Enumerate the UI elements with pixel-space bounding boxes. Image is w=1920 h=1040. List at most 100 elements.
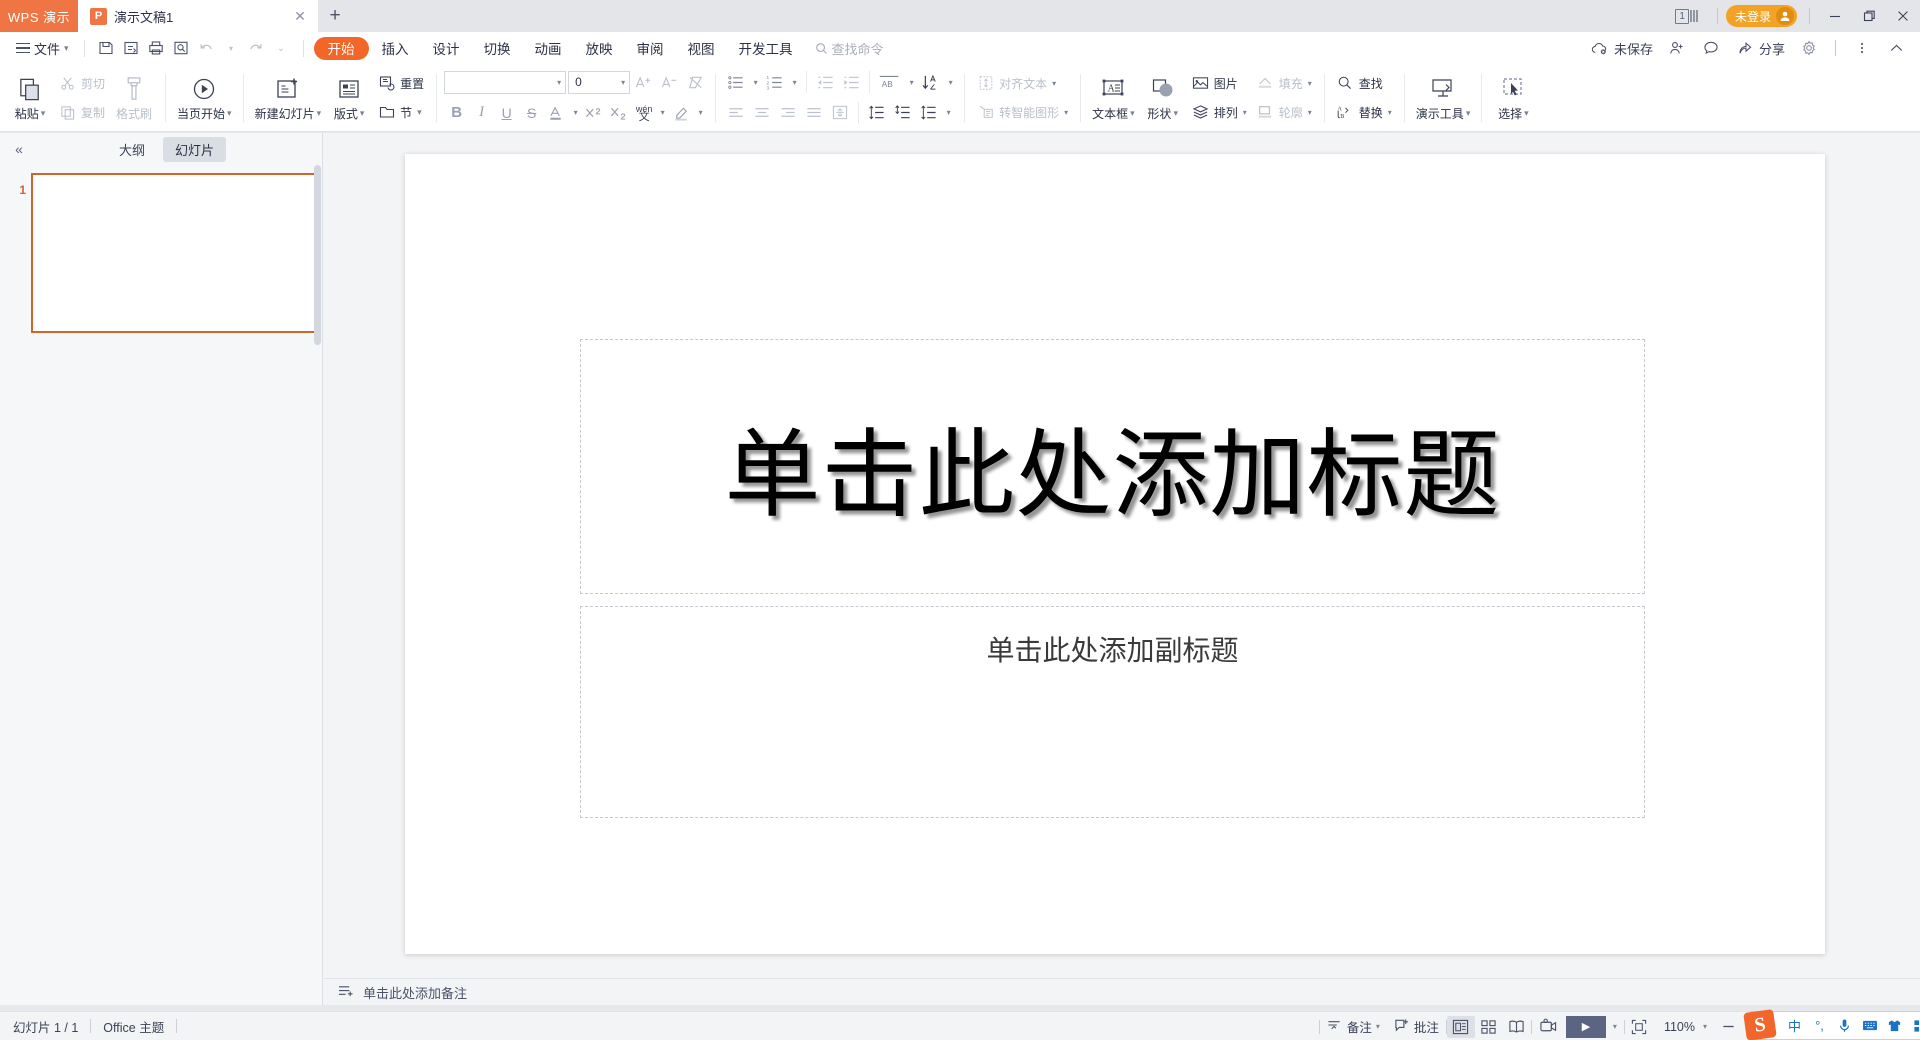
collapse-panel-icon[interactable]: «	[6, 141, 32, 157]
align-left-button[interactable]	[723, 100, 749, 125]
chevron-down-icon[interactable]: ▾	[1376, 1022, 1380, 1031]
ime-chinese-mode-button[interactable]: 中	[1783, 1014, 1806, 1038]
subscript-button[interactable]	[607, 100, 632, 125]
print-icon[interactable]	[144, 35, 169, 61]
close-tab-icon[interactable]: ✕	[290, 6, 310, 26]
copy-button[interactable]: 复制	[54, 99, 110, 125]
paste-button[interactable]: 粘贴 ▾	[6, 67, 54, 129]
close-window-button[interactable]	[1886, 0, 1920, 32]
tab-slideshow[interactable]: 放映	[575, 37, 624, 60]
slide-panel-scrollbar[interactable]	[314, 165, 321, 345]
line-spacing-button[interactable]	[864, 100, 890, 125]
replace-button[interactable]: AB 替换 ▾	[1332, 99, 1397, 125]
zoom-out-button[interactable]	[1714, 1016, 1742, 1038]
cut-button[interactable]: 剪切	[54, 70, 110, 96]
space-before-button[interactable]	[890, 100, 916, 125]
tab-design[interactable]: 设计	[422, 37, 471, 60]
sort-dropdown[interactable]: ▾	[944, 70, 957, 95]
tab-home[interactable]: 开始	[313, 36, 369, 60]
sogou-logo-icon[interactable]: S	[1743, 1008, 1777, 1040]
new-slide-button[interactable]: 新建幻灯片 ▾	[251, 67, 326, 129]
select-button[interactable]: 选择 ▾	[1489, 67, 1537, 129]
subtitle-placeholder[interactable]: 单击此处添加副标题	[580, 606, 1645, 818]
keyboard-icon[interactable]	[1858, 1014, 1881, 1038]
fill-button[interactable]: 填充 ▾	[1252, 70, 1317, 96]
clear-format-button[interactable]	[682, 70, 708, 95]
format-painter-button[interactable]: 格式刷	[110, 67, 158, 129]
tab-slides[interactable]: 幻灯片	[163, 136, 227, 162]
zoom-level-button[interactable]: 110% ▾	[1653, 1015, 1714, 1039]
chevron-down-icon[interactable]: ▾	[621, 78, 625, 87]
unsaved-status-button[interactable]: 未保存	[1584, 36, 1659, 60]
tab-outline[interactable]: 大纲	[107, 137, 157, 162]
increase-indent-button[interactable]	[838, 70, 864, 95]
sogou-ime-toolbar[interactable]: S 中 °,	[1743, 1008, 1920, 1040]
bold-button[interactable]: B	[444, 100, 469, 125]
reset-button[interactable]: 重置	[373, 70, 429, 96]
record-screen-button[interactable]	[1532, 1016, 1566, 1038]
font-color-dropdown[interactable]: ▾	[569, 100, 582, 125]
font-color-button[interactable]	[544, 100, 569, 125]
more-options-button[interactable]	[1846, 36, 1878, 60]
ime-punctuation-button[interactable]: °,	[1808, 1014, 1831, 1038]
minimize-window-button[interactable]	[1818, 0, 1852, 32]
undo-icon[interactable]	[194, 35, 219, 61]
tab-animations[interactable]: 动画	[524, 37, 573, 60]
pinyin-guide-button[interactable]: wén 文	[632, 100, 656, 125]
start-slideshow-button[interactable]: ▶	[1565, 1015, 1606, 1038]
align-justify-button[interactable]	[801, 100, 827, 125]
skin-icon[interactable]	[1883, 1014, 1906, 1038]
fit-to-window-button[interactable]	[1625, 1016, 1653, 1038]
decrease-indent-button[interactable]	[812, 70, 838, 95]
increase-font-size-button[interactable]	[630, 70, 656, 95]
align-center-button[interactable]	[749, 100, 775, 125]
sort-button[interactable]	[918, 70, 944, 95]
title-placeholder[interactable]: 单击此处添加标题	[580, 339, 1645, 594]
text-direction-button[interactable]: AB	[875, 70, 905, 95]
italic-button[interactable]: I	[469, 100, 494, 125]
text-direction-dropdown[interactable]: ▾	[905, 70, 918, 95]
new-tab-button[interactable]: +	[318, 0, 352, 32]
print-preview-icon[interactable]	[169, 35, 194, 61]
outline-button[interactable]: 轮廓 ▾	[1252, 99, 1317, 125]
save-icon[interactable]	[94, 35, 119, 61]
normal-view-button[interactable]	[1446, 1015, 1475, 1038]
picture-button[interactable]: 图片	[1187, 70, 1252, 96]
customize-quick-access-icon[interactable]: ⌄	[269, 35, 294, 61]
slideshow-options-dropdown[interactable]: ▾	[1606, 1016, 1624, 1038]
maximize-window-button[interactable]	[1852, 0, 1886, 32]
comment-button[interactable]	[1695, 36, 1727, 60]
mic-icon[interactable]	[1833, 1014, 1856, 1038]
pinyin-dropdown[interactable]: ▾	[656, 100, 669, 125]
collaborate-button[interactable]	[1661, 36, 1693, 60]
text-box-button[interactable]: A 文本框 ▾	[1088, 67, 1139, 129]
document-tab[interactable]: P 演示文稿1 ✕	[78, 0, 318, 32]
reading-view-button[interactable]	[1503, 1016, 1531, 1038]
shapes-button[interactable]: 形状 ▾	[1139, 67, 1187, 129]
convert-smartart-button[interactable]: 转智能图形 ▾	[972, 99, 1073, 125]
undo-dropdown-icon[interactable]: ▾	[219, 35, 244, 61]
collapse-ribbon-button[interactable]	[1880, 36, 1912, 60]
numbering-dropdown[interactable]: ▾	[788, 70, 801, 95]
numbering-button[interactable]: 123	[762, 70, 788, 95]
find-button[interactable]: 查找	[1332, 70, 1397, 96]
distribute-text-button[interactable]	[827, 100, 853, 125]
slide-thumbnail[interactable]	[31, 173, 320, 333]
presentation-tools-button[interactable]: 演示工具 ▾	[1412, 67, 1475, 129]
layout-button[interactable]: 版式 ▾	[325, 67, 373, 129]
start-from-current-button[interactable]: 当页开始 ▾	[173, 67, 236, 129]
chevron-down-icon[interactable]: ▾	[557, 78, 561, 87]
find-command-button[interactable]: 查找命令	[815, 39, 884, 58]
arrange-button[interactable]: 排列 ▾	[1187, 99, 1252, 125]
slide-sorter-view-button[interactable]	[1475, 1016, 1503, 1038]
tab-developer-tools[interactable]: 开发工具	[728, 37, 804, 60]
line-spacing-menu-button[interactable]	[916, 100, 942, 125]
font-name-input[interactable]: ▾	[444, 70, 567, 94]
slide-thumbnail-item[interactable]: 1	[0, 165, 322, 333]
bullets-dropdown[interactable]: ▾	[749, 70, 762, 95]
theme-label[interactable]: Office 主题	[91, 1017, 176, 1036]
font-size-input[interactable]: 0 ▾	[568, 70, 631, 94]
section-button[interactable]: 节 ▾	[373, 99, 429, 125]
chevron-down-icon[interactable]: ▾	[1703, 1022, 1707, 1031]
notes-pane[interactable]: 单击此处添加备注	[324, 978, 1920, 1005]
